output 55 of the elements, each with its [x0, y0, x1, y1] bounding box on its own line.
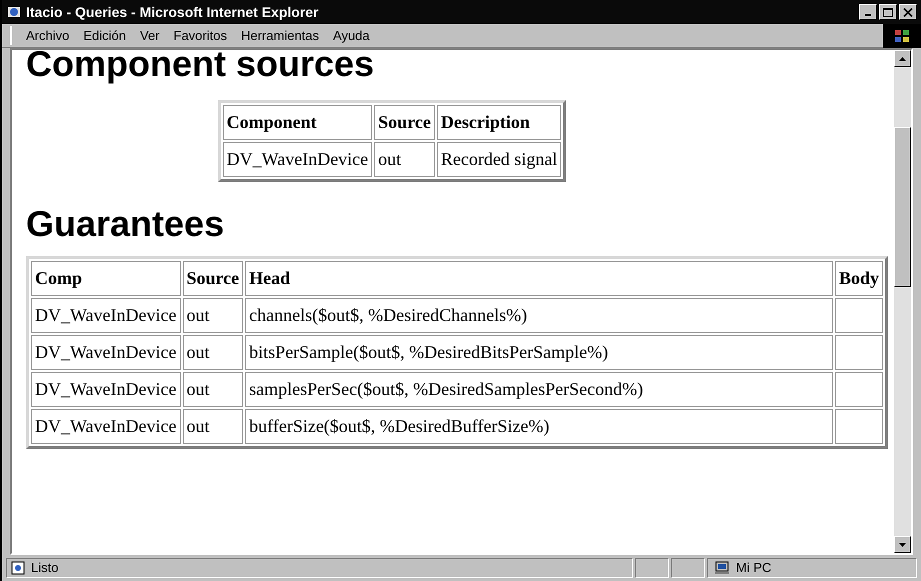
- table-cell: [834, 409, 883, 444]
- table-cell: samplesPerSec($out$, %DesiredSamplesPerSecond%): [245, 372, 833, 407]
- zone-text: Mi PC: [736, 559, 772, 578]
- column-header: Comp: [31, 261, 180, 296]
- menu-item[interactable]: Archivo: [20, 26, 76, 46]
- table-cell: bufferSize($out$, %DesiredBufferSize%): [245, 409, 833, 444]
- computer-icon: [714, 561, 730, 575]
- windows-logo-icon: [894, 28, 910, 42]
- menu-item[interactable]: Herramientas: [234, 26, 326, 46]
- table-cell: DV_WaveInDevice: [31, 409, 180, 444]
- column-header: Component: [222, 105, 372, 140]
- status-text: Listo: [31, 559, 58, 578]
- scroll-thumb[interactable]: [894, 127, 911, 287]
- table-cell: bitsPerSample($out$, %DesiredBitsPerSample%): [245, 335, 833, 370]
- table-cell: Recorded signal: [436, 142, 562, 177]
- scroll-up-button[interactable]: [894, 50, 911, 67]
- column-header: Description: [436, 105, 562, 140]
- scrollbar[interactable]: [894, 50, 911, 553]
- menu-item[interactable]: Ver: [134, 26, 166, 46]
- table-cell: [834, 372, 883, 407]
- status-pane: [635, 558, 669, 578]
- menu-item[interactable]: Edición: [77, 26, 132, 46]
- table-cell: [834, 298, 883, 333]
- minimize-button[interactable]: [859, 4, 877, 20]
- scroll-down-button[interactable]: [894, 536, 911, 553]
- close-button[interactable]: [899, 4, 917, 20]
- menu-item[interactable]: Ayuda: [327, 26, 376, 46]
- table-cell: channels($out$, %DesiredChannels%): [245, 298, 833, 333]
- table-cell: out: [182, 335, 244, 370]
- up-arrow-icon: [899, 56, 906, 60]
- section-heading: Component sources: [26, 50, 376, 86]
- status-pane: [671, 558, 705, 578]
- minimize-icon: [865, 14, 871, 16]
- menu-item[interactable]: Favoritos: [168, 26, 233, 46]
- maximize-button[interactable]: [879, 4, 897, 20]
- table-cell: out: [182, 409, 244, 444]
- page-icon: [11, 561, 25, 575]
- section-heading: Guarantees: [26, 202, 226, 246]
- table-cell: DV_WaveInDevice: [31, 372, 180, 407]
- table-cell: DV_WaveInDevice: [31, 335, 180, 370]
- browser-icon: [6, 4, 22, 20]
- column-header: Head: [245, 261, 833, 296]
- table-cell: out: [182, 372, 244, 407]
- table-cell: DV_WaveInDevice: [31, 298, 180, 333]
- table-cell: out: [374, 142, 435, 177]
- column-header: Source: [182, 261, 244, 296]
- table-cell: [834, 335, 883, 370]
- table-cell: DV_WaveInDevice: [222, 142, 372, 177]
- table-cell: out: [182, 298, 244, 333]
- column-header: Source: [374, 105, 435, 140]
- close-icon: [903, 8, 913, 16]
- window-title: Itacio - Queries - Microsoft Internet Explorer: [26, 2, 320, 22]
- maximize-icon: [883, 8, 893, 16]
- down-arrow-icon: [899, 542, 906, 546]
- column-header: Body: [834, 261, 883, 296]
